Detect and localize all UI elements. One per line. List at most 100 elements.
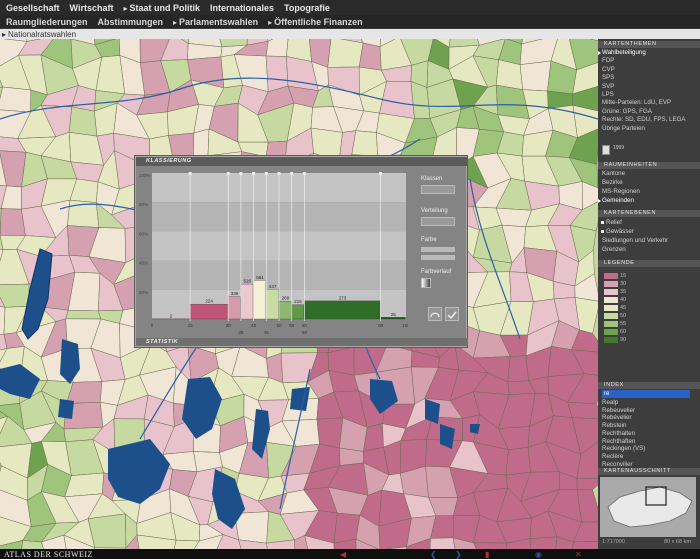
submenu-abstimmungen[interactable]: Abstimmungen <box>98 17 164 27</box>
municipality-cell[interactable] <box>265 39 289 57</box>
legend-label: 50 <box>620 313 627 319</box>
menu-internationales[interactable]: Internationales <box>210 3 274 13</box>
histogram-bar <box>189 303 228 320</box>
menu-staat-und-politik[interactable]: Staat und Politik <box>123 3 200 13</box>
close-icon[interactable]: ✕ <box>575 550 582 559</box>
index-item-3[interactable]: Rebstein <box>602 422 626 429</box>
break-handle[interactable] <box>264 172 268 175</box>
info-icon[interactable]: ◉ <box>535 550 542 559</box>
theme-item-2[interactable]: CVP <box>602 66 615 73</box>
year-label[interactable]: 1999 <box>613 145 624 151</box>
break-handle[interactable] <box>188 172 192 175</box>
raum-item-3[interactable]: Gemeinden <box>598 197 634 204</box>
index-item-6[interactable]: Reckingen (VS) <box>602 445 645 452</box>
ebene-item-3[interactable]: Grenzen <box>602 246 626 253</box>
ebene-item-2[interactable]: Siedlungen und Verkehr <box>602 237 668 244</box>
theme-item-0[interactable]: Wahlbeteiligung <box>598 49 646 56</box>
break-handle[interactable] <box>302 172 306 175</box>
ebene-item-0[interactable]: Relief <box>601 219 622 226</box>
klassierung-window[interactable]: KLASSIERUNG 100% 80% 60% 40% 20% 2 224 339 526 5… <box>135 156 468 347</box>
menu-gesellschaft[interactable]: Gesellschaft <box>6 3 60 13</box>
municipality-cell[interactable] <box>570 541 598 549</box>
legend-label: 15 <box>620 273 627 279</box>
year-toggle[interactable] <box>602 145 610 155</box>
theme-item-5[interactable]: LPS <box>602 91 614 98</box>
index-item-7[interactable]: Reclère <box>602 453 623 460</box>
verteilung-selector[interactable] <box>421 217 455 226</box>
submenu-parlamentswahlen[interactable]: Parlamentswahlen <box>173 17 258 27</box>
nav-next-icon[interactable]: ❯ <box>455 550 462 559</box>
print-icon[interactable]: ▮ <box>485 550 490 559</box>
index-item-0[interactable]: Realp <box>602 399 618 406</box>
histogram-bar <box>253 280 266 320</box>
municipality-cell[interactable] <box>495 207 532 228</box>
klassen-selector[interactable] <box>421 185 455 194</box>
municipality-cell[interactable] <box>316 417 344 449</box>
confirm-button[interactable] <box>445 307 459 321</box>
index-item-2[interactable]: Rebévelier <box>602 414 632 421</box>
checkbox-icon[interactable] <box>601 221 604 224</box>
municipality-cell[interactable] <box>65 309 102 320</box>
municipality-cell[interactable] <box>429 537 457 549</box>
theme-item-1[interactable]: FDP <box>602 57 614 64</box>
ebene-item-1[interactable]: Gewässer <box>601 228 634 235</box>
municipality-cell[interactable] <box>0 86 32 113</box>
x-tick-label: 60 <box>302 330 308 335</box>
municipality-cell[interactable] <box>519 60 552 92</box>
municipality-cell[interactable] <box>68 106 98 137</box>
municipality-cell[interactable] <box>351 130 378 157</box>
nav-left-icon[interactable]: ◀ <box>340 550 347 559</box>
klassierung-title[interactable]: KLASSIERUNG <box>136 157 468 166</box>
undo-button[interactable] <box>428 307 442 321</box>
municipality-cell[interactable] <box>495 59 523 90</box>
municipality-cell[interactable] <box>0 208 26 236</box>
theme-item-3[interactable]: SPS <box>602 74 614 81</box>
legend-swatch <box>604 337 618 343</box>
theme-item-8[interactable]: Rechte: SD, EDU, FPS, LEGA <box>602 116 686 123</box>
raum-item-0[interactable]: Kantone <box>602 170 625 177</box>
bar-value-label: 224 <box>205 299 213 304</box>
index-item-4[interactable]: Rechthalten <box>602 430 635 437</box>
nav-prev-icon[interactable]: ❮ <box>430 550 437 559</box>
main-menu: Gesellschaft Wirtschaft Staat und Politi… <box>0 0 700 15</box>
municipality-cell[interactable] <box>0 283 30 308</box>
municipality-cell[interactable] <box>265 55 289 93</box>
municipality-cell[interactable] <box>358 42 382 71</box>
municipality-cell[interactable] <box>507 355 529 383</box>
raum-item-2[interactable]: MS-Regionen <box>602 188 640 195</box>
checkbox-icon[interactable] <box>601 230 604 233</box>
theme-item-4[interactable]: SVP <box>602 83 614 90</box>
index-item-1[interactable]: Rebeuvelier <box>602 407 635 414</box>
municipality-cell[interactable] <box>505 446 531 476</box>
break-handle[interactable] <box>379 172 383 175</box>
submenu-oeffentliche-finanzen[interactable]: Öffentliche Finanzen <box>268 17 363 27</box>
theme-item-7[interactable]: Grüne: GPS, FGA <box>602 108 652 115</box>
submenu-raumgliederungen[interactable]: Raumgliederungen <box>6 17 88 27</box>
municipality-cell[interactable] <box>529 536 558 549</box>
breadcrumb-nationalratswahlen[interactable]: Nationalratswahlen <box>2 30 76 39</box>
theme-item-6[interactable]: Mitte-Parteien: LdU, EVP <box>602 99 671 106</box>
farbverlauf-swatch[interactable] <box>421 278 431 288</box>
index-item-8[interactable]: Reconvilier <box>602 461 633 468</box>
municipality-cell[interactable] <box>576 478 598 491</box>
municipality-cell[interactable] <box>567 401 598 420</box>
index-item-5[interactable]: Rechthaften <box>602 438 635 445</box>
overview-minimap[interactable] <box>600 477 696 537</box>
histogram-chart[interactable]: 100%80%60%40%20% 22243395265814472692152… <box>138 167 408 341</box>
statistik-tab[interactable]: STATISTIK <box>136 338 468 346</box>
break-handle[interactable] <box>226 172 230 175</box>
theme-item-9[interactable]: Übrige Parteien <box>602 125 645 132</box>
menu-topografie[interactable]: Topografie <box>284 3 330 13</box>
break-handle[interactable] <box>277 172 281 175</box>
legende-header: LEGENDE <box>598 260 700 267</box>
farbe-slider-2[interactable] <box>421 255 455 260</box>
break-handle[interactable] <box>239 172 243 175</box>
break-handle[interactable] <box>290 172 294 175</box>
municipality-cell[interactable] <box>327 39 364 68</box>
municipality-cell[interactable] <box>87 513 127 549</box>
farbe-slider[interactable] <box>421 247 455 252</box>
break-handle[interactable] <box>252 172 256 175</box>
raum-item-1[interactable]: Bezirke <box>602 179 623 186</box>
index-search-input[interactable]: re <box>602 390 690 398</box>
menu-wirtschaft[interactable]: Wirtschaft <box>70 3 114 13</box>
